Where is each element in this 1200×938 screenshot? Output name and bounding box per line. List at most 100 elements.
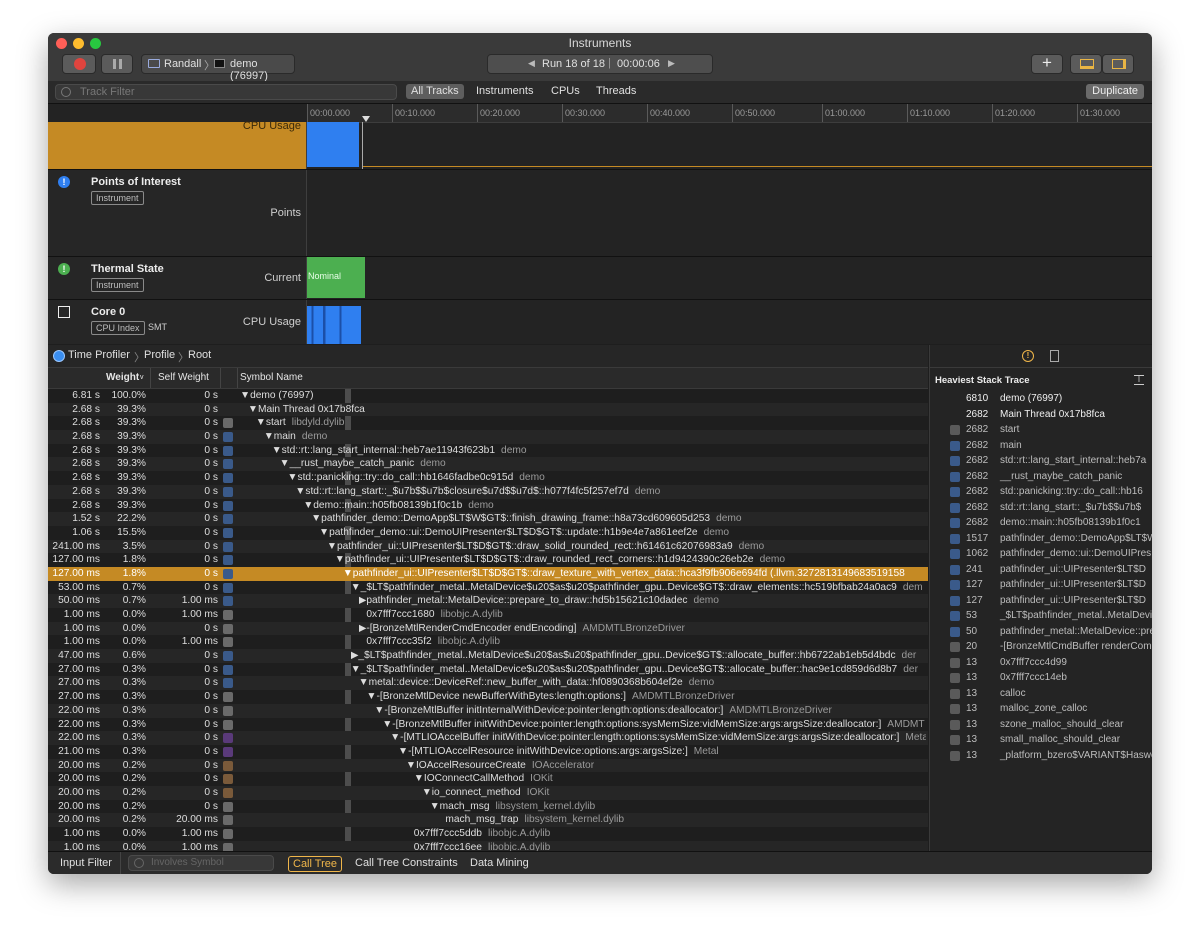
run-prev-icon[interactable]: ◀ — [528, 58, 535, 69]
list-item[interactable]: 50 pathfinder_metal::MetalDevice::pre — [930, 624, 1152, 640]
table-row[interactable]: 2.68 s 39.3% 0 s ▼std::rt::lang_start_inter… — [48, 444, 928, 458]
pause-button[interactable] — [101, 54, 133, 74]
tab-threads[interactable]: Threads — [591, 84, 641, 99]
table-row[interactable]: 1.00 ms 0.0% 1.00 ms 0x7fff7ccc5ddb libobjc.… — [48, 827, 928, 841]
input-filter-label[interactable]: Input Filter — [60, 857, 112, 869]
table-row[interactable]: 27.00 ms 0.3% 0 s ▼_$LT$pathfinder_metal..M… — [48, 663, 928, 677]
tab-call-tree[interactable]: Call Tree — [288, 856, 343, 872]
track-filter-input[interactable]: Track Filter — [55, 84, 397, 100]
tab-instruments[interactable]: Instruments — [471, 84, 538, 99]
table-row[interactable]: 2.68 s 39.3% 0 s ▼std::rt::lang_start::_$u7… — [48, 484, 928, 499]
warning-icon[interactable]: ! — [1022, 350, 1034, 362]
track-core-0[interactable]: Core 0 CPU Index SMT CPU Usage — [48, 300, 1152, 344]
row-weight: 1.52 s — [72, 513, 100, 525]
list-item[interactable]: 13 szone_malloc_should_clear — [930, 717, 1152, 733]
table-row[interactable]: 241.00 ms 3.5% 0 s ▼pathfinder_ui::UIPresen… — [48, 539, 928, 554]
list-item[interactable]: 1062 pathfinder_demo::ui::DemoUIPres — [930, 546, 1152, 562]
duplicate-button[interactable]: Duplicate — [1086, 84, 1144, 99]
table-row[interactable]: 20.00 ms 0.2% 0 s ▼mach_msg libsystem_kernel… — [48, 800, 928, 814]
table-row[interactable]: 22.00 ms 0.3% 0 s ▼-[BronzeMtlBuffer initIn… — [48, 703, 928, 718]
table-row[interactable]: 20.00 ms 0.2% 0 s ▼IOAccelResourceCreate IOA… — [48, 758, 928, 773]
table-row[interactable]: 2.68 s 39.3% 0 s ▼Main Thread 0x17b8fca — [48, 402, 928, 417]
table-row[interactable]: 53.00 ms 0.7% 0 s ▼_$LT$pathfinder_metal..M… — [48, 581, 928, 595]
symbol-text: ▶-[BronzeMtlRenderCmdEncoder endEncoding… — [358, 622, 577, 634]
table-row[interactable]: 20.00 ms 0.2% 20.00 ms mach_msg_trap libsyst… — [48, 813, 928, 827]
call-tree[interactable]: 6.81 s 100.0% 0 s ▼demo (76997) 2.68 s 39.3% 0… — [48, 389, 928, 851]
run-selector[interactable]: ◀ Run 18 of 18 | 00:00:06 ▶ — [487, 54, 713, 74]
track-thermal-state[interactable]: ! Thermal State Instrument Current Nomin… — [48, 257, 1152, 300]
add-instrument-button[interactable]: + — [1031, 53, 1063, 74]
table-row[interactable]: 127.00 ms 1.8% 0 s ▼pathfinder_ui::UIPresen… — [48, 553, 928, 567]
table-row[interactable]: 50.00 ms 0.7% 1.00 ms ▶pathfinder_metal::Me… — [48, 594, 928, 608]
track-points-of-interest[interactable]: ! Points of Interest Instrument Points — [48, 170, 1152, 257]
list-item[interactable]: 6810 demo (76997) — [930, 391, 1152, 407]
table-row[interactable]: 20.00 ms 0.2% 0 s ▼io_connect_method IOKit — [48, 785, 928, 800]
track-cpu-usage-header[interactable]: CPU Usage — [48, 120, 307, 169]
breadcrumb-root[interactable]: Root — [188, 349, 211, 361]
column-symbol-name[interactable]: Symbol Name — [240, 372, 303, 383]
breadcrumb-profile[interactable]: Profile — [144, 349, 175, 361]
list-item[interactable]: 13 malloc_zone_calloc — [930, 701, 1152, 717]
table-row[interactable]: 27.00 ms 0.3% 0 s ▼-[BronzeMtlDevice newBuf… — [48, 690, 928, 704]
table-row[interactable]: 22.00 ms 0.3% 0 s ▼-[MTLIOAccelBuffer initW… — [48, 731, 928, 745]
collapse-icon[interactable]: I — [1134, 375, 1144, 385]
list-item[interactable]: 53 _$LT$pathfinder_metal..MetalDevic — [930, 608, 1152, 624]
track-core0-header[interactable]: Core 0 CPU Index SMT CPU Usage — [48, 300, 307, 344]
table-row[interactable]: 27.00 ms 0.3% 0 s ▼metal::device::DeviceRef… — [48, 676, 928, 691]
list-item[interactable]: 20 -[BronzeMtlCmdBuffer renderComr — [930, 639, 1152, 655]
table-row[interactable]: 2.68 s 39.3% 0 s ▼demo::main::h05fb08139b1f… — [48, 499, 928, 513]
table-row[interactable]: 1.52 s 22.2% 0 s ▼pathfinder_demo::DemoApp$… — [48, 512, 928, 526]
table-row[interactable]: 1.00 ms 0.0% 0 s ▶-[BronzeMtlRenderCmdEncod… — [48, 621, 928, 636]
list-item[interactable]: 2682 std::rt::lang_start::_$u7b$$u7b$ — [930, 500, 1152, 516]
timeline-ruler[interactable]: 00:00.000 00:10.000 00:20.000 00:30.000 … — [307, 104, 1152, 123]
table-row[interactable]: 1.00 ms 0.0% 1.00 ms 0x7fff7ccc16ee libobjc.… — [48, 840, 928, 851]
table-row[interactable]: 6.81 s 100.0% 0 s ▼demo (76997) — [48, 389, 928, 403]
tab-all-tracks[interactable]: All Tracks — [406, 84, 464, 99]
toggle-bottom-pane-button[interactable] — [1070, 54, 1102, 74]
column-weight[interactable]: Weight — [106, 372, 139, 383]
run-next-icon[interactable]: ▶ — [668, 58, 675, 69]
breadcrumb-time-profiler[interactable]: Time Profiler — [68, 349, 130, 361]
stack-count: 13 — [966, 703, 978, 714]
table-row[interactable]: 2.68 s 39.3% 0 s ▼start libdyld.dylib — [48, 416, 928, 430]
table-row[interactable]: 2.68 s 39.3% 0 s ▼__rust_maybe_catch_panic d… — [48, 457, 928, 472]
list-item[interactable]: 13 small_malloc_should_clear — [930, 732, 1152, 748]
list-item[interactable]: 2682 demo::main::h05fb08139b1f0c1 — [930, 515, 1152, 531]
table-row[interactable]: 47.00 ms 0.6% 0 s ▶_$LT$pathfinder_metal..M… — [48, 649, 928, 663]
table-row[interactable]: 1.06 s 15.5% 0 s ▼pathfinder_demo::ui::Demo… — [48, 526, 928, 540]
table-row[interactable]: 1.00 ms 0.0% 1.00 ms 0x7fff7ccc1680 libobjc.… — [48, 608, 928, 622]
table-row[interactable]: 20.00 ms 0.2% 0 s ▼IOConnectCallMethod IOKit — [48, 772, 928, 786]
list-item[interactable]: 127 pathfinder_ui::UIPresenter$LT$D — [930, 577, 1152, 593]
track-cpu-usage[interactable]: CPU Usage — [48, 120, 1152, 170]
table-row[interactable]: 2.68 s 39.3% 0 s ▼std::panicking::try::do_c… — [48, 471, 928, 485]
table-row[interactable]: 2.68 s 39.3% 0 s ▼main demo — [48, 430, 928, 444]
involves-symbol-input[interactable]: Involves Symbol — [128, 855, 274, 871]
tab-call-tree-constraints[interactable]: Call Tree Constraints — [355, 857, 458, 869]
list-item[interactable]: 241 pathfinder_ui::UIPresenter$LT$D — [930, 562, 1152, 578]
list-item[interactable]: 2682 start — [930, 422, 1152, 438]
tab-data-mining[interactable]: Data Mining — [470, 857, 529, 869]
tab-cpus[interactable]: CPUs — [546, 84, 585, 99]
table-row[interactable]: 22.00 ms 0.3% 0 s ▼-[BronzeMtlBuffer initWi… — [48, 718, 928, 732]
list-item[interactable]: 13 calloc — [930, 686, 1152, 702]
list-item[interactable]: 13 0x7fff7ccc14eb — [930, 670, 1152, 686]
document-icon[interactable] — [1050, 350, 1059, 362]
table-row[interactable]: 127.00 ms 1.8% 0 s ▼pathfinder_ui::UIPresen… — [48, 566, 928, 581]
list-item[interactable]: 13 0x7fff7ccc4d99 — [930, 655, 1152, 671]
list-item[interactable]: 2682 main — [930, 438, 1152, 454]
list-item[interactable]: 13 _platform_bzero$VARIANT$Haswel — [930, 748, 1152, 764]
list-item[interactable]: 2682 Main Thread 0x17b8fca — [930, 407, 1152, 423]
list-item[interactable]: 2682 std::panicking::try::do_call::hb16 — [930, 484, 1152, 500]
table-row[interactable]: 21.00 ms 0.3% 0 s ▼-[MTLIOAccelResource ini… — [48, 745, 928, 759]
column-self-weight[interactable]: Self Weight — [158, 372, 209, 383]
track-poi-header[interactable]: ! Points of Interest Instrument Points — [48, 170, 307, 256]
list-item[interactable]: 2682 std::rt::lang_start_internal::heb7a — [930, 453, 1152, 469]
list-item[interactable]: 127 pathfinder_ui::UIPresenter$LT$D — [930, 593, 1152, 609]
list-item[interactable]: 2682 __rust_maybe_catch_panic — [930, 469, 1152, 485]
record-button[interactable] — [62, 54, 96, 74]
list-item[interactable]: 1517 pathfinder_demo::DemoApp$LT$W — [930, 531, 1152, 547]
track-thermal-header[interactable]: ! Thermal State Instrument Current — [48, 257, 307, 299]
toggle-right-pane-button[interactable] — [1102, 54, 1134, 74]
target-selector[interactable]: Randall 〉 demo (76997) — [141, 54, 295, 82]
table-row[interactable]: 1.00 ms 0.0% 1.00 ms 0x7fff7ccc35f2 libobjc.… — [48, 635, 928, 649]
